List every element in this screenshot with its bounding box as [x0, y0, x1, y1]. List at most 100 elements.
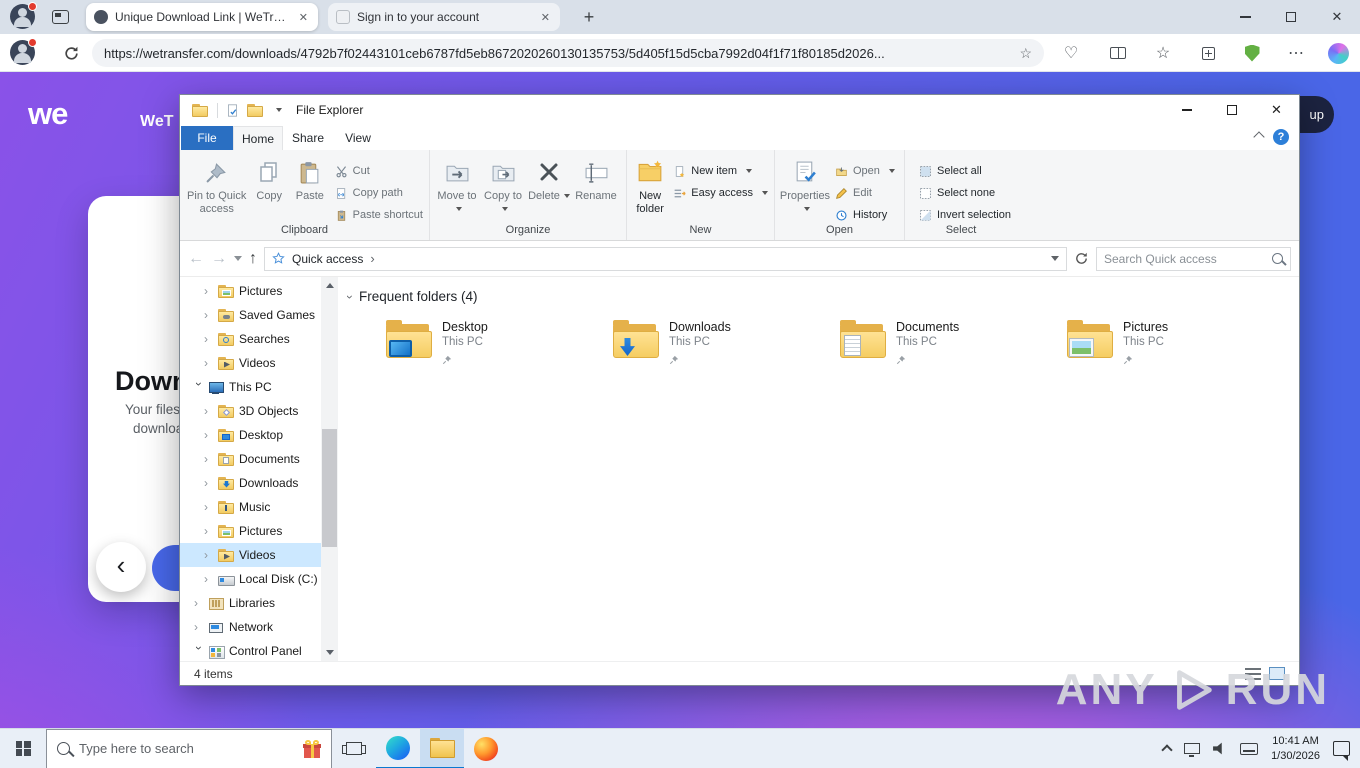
task-view-button[interactable]	[332, 729, 376, 768]
menu-tab-share[interactable]: Share	[283, 126, 333, 150]
tree-item[interactable]: › Pictures	[180, 519, 321, 543]
delete-button[interactable]: Delete	[526, 154, 572, 203]
extensions-icon[interactable]	[1194, 40, 1222, 66]
select-all-button[interactable]: Select all	[915, 160, 1015, 182]
back-nav-icon[interactable]: ←	[188, 250, 204, 267]
frequent-folder-tile[interactable]: Desktop This PC	[386, 320, 600, 370]
window-close-button[interactable]: ✕	[1314, 0, 1360, 34]
tree-expand-chevron-icon[interactable]: ›	[204, 404, 214, 418]
explorer-minimize-button[interactable]	[1164, 95, 1209, 125]
properties-button[interactable]: Properties	[779, 154, 831, 216]
start-button[interactable]	[0, 729, 46, 768]
tree-expand-chevron-icon[interactable]: ›	[194, 596, 204, 610]
tree-item[interactable]: › Downloads	[180, 471, 321, 495]
tree-item[interactable]: › Pictures	[180, 279, 321, 303]
new-tab-button[interactable]: +	[578, 6, 600, 28]
scrollbar-up-icon[interactable]	[321, 277, 338, 294]
tab-actions-icon[interactable]	[52, 10, 69, 24]
invert-selection-button[interactable]: Invert selection	[915, 204, 1015, 226]
frequent-folder-tile[interactable]: Downloads This PC	[613, 320, 827, 370]
taskbar-edge-button[interactable]	[376, 729, 420, 768]
tree-item[interactable]: › Music	[180, 495, 321, 519]
frequent-folders-header[interactable]: › Frequent folders (4)	[343, 289, 1299, 304]
paste-shortcut-button[interactable]: Paste shortcut	[331, 204, 427, 226]
refresh-button[interactable]	[60, 42, 82, 64]
taskbar-firefox-button[interactable]	[464, 729, 508, 768]
menu-tab-home[interactable]: Home	[233, 126, 283, 150]
tree-expand-chevron-icon[interactable]: ›	[192, 382, 206, 392]
frequent-folder-tile[interactable]: Documents This PC	[840, 320, 1054, 370]
tree-item[interactable]: › Local Disk (C:)	[180, 567, 321, 591]
search-highlight-gift-icon[interactable]	[303, 739, 321, 758]
section-collapse-chevron-icon[interactable]: ›	[343, 295, 357, 299]
tree-item[interactable]: › This PC	[180, 375, 321, 399]
minimize-ribbon-icon[interactable]	[1253, 131, 1265, 143]
tree-item[interactable]: › Control Panel	[180, 639, 321, 661]
taskbar-search-box[interactable]	[46, 728, 332, 768]
window-maximize-button[interactable]	[1268, 0, 1314, 34]
select-none-button[interactable]: Select none	[915, 182, 1015, 204]
favorite-star-icon[interactable]: ☆	[1019, 45, 1032, 62]
tree-expand-chevron-icon[interactable]: ›	[204, 428, 214, 442]
up-nav-icon[interactable]: ↑	[249, 250, 257, 267]
properties-quick-icon[interactable]	[226, 103, 239, 117]
tree-expand-chevron-icon[interactable]: ›	[204, 500, 214, 514]
help-icon[interactable]: ?	[1273, 129, 1289, 145]
tree-expand-chevron-icon[interactable]: ›	[204, 284, 214, 298]
back-button[interactable]: ‹	[96, 542, 146, 592]
tree-expand-chevron-icon[interactable]: ›	[204, 524, 214, 538]
tree-expand-chevron-icon[interactable]: ›	[204, 548, 214, 562]
address-dropdown-caret-icon[interactable]	[1051, 256, 1059, 261]
network-icon[interactable]	[1184, 743, 1201, 757]
profile-avatar-icon[interactable]	[10, 38, 37, 65]
new-item-button[interactable]: New item	[669, 160, 772, 182]
taskbar-file-explorer-button[interactable]	[420, 728, 464, 768]
tree-item[interactable]: › Videos	[180, 543, 321, 567]
copy-button[interactable]: Copy	[249, 154, 289, 203]
tree-item[interactable]: › Libraries	[180, 591, 321, 615]
explorer-close-button[interactable]: ✕	[1254, 95, 1299, 125]
tree-expand-chevron-icon[interactable]: ›	[192, 646, 206, 656]
browser-tab[interactable]: Sign in to your account ✕	[328, 3, 560, 31]
menu-tab-file[interactable]: File	[181, 126, 233, 150]
new-folder-quick-icon[interactable]	[247, 103, 264, 117]
easy-access-button[interactable]: Easy access	[669, 182, 772, 204]
cut-button[interactable]: Cut	[331, 160, 427, 182]
copy-to-button[interactable]: Copy to	[480, 154, 526, 216]
copy-path-button[interactable]: Copy path	[331, 182, 427, 204]
copilot-icon[interactable]	[1324, 40, 1352, 66]
breadcrumb[interactable]: Quick access ›	[264, 246, 1067, 271]
tree-expand-chevron-icon[interactable]: ›	[204, 356, 214, 370]
volume-icon[interactable]	[1213, 742, 1222, 755]
browser-tab[interactable]: Unique Download Link | WeTransf ✕	[86, 3, 318, 31]
tree-item[interactable]: › Searches	[180, 327, 321, 351]
address-bar[interactable]: https://wetransfer.com/downloads/4792b7f…	[92, 39, 1044, 67]
profile-avatar-icon[interactable]	[10, 2, 37, 29]
tree-expand-chevron-icon[interactable]: ›	[204, 572, 214, 586]
touch-keyboard-icon[interactable]	[1240, 742, 1259, 755]
refresh-address-icon[interactable]	[1074, 251, 1089, 266]
window-minimize-button[interactable]	[1222, 0, 1268, 34]
taskbar-search-input[interactable]	[79, 741, 294, 756]
tree-expand-chevron-icon[interactable]: ›	[204, 332, 214, 346]
tree-item[interactable]: › Documents	[180, 447, 321, 471]
menu-tab-view[interactable]: View	[333, 126, 383, 150]
tab-close-icon[interactable]: ✕	[297, 11, 310, 24]
customize-toolbar-caret-icon[interactable]	[276, 108, 282, 112]
more-menu-icon[interactable]: ⋯	[1282, 40, 1310, 66]
frequent-folder-tile[interactable]: Pictures This PC	[1067, 320, 1281, 370]
hidden-icons-chevron-icon[interactable]	[1161, 744, 1173, 756]
history-button[interactable]: History	[831, 204, 899, 226]
tree-scrollbar[interactable]	[321, 277, 338, 661]
new-folder-button[interactable]: New folder	[631, 154, 669, 216]
tree-expand-chevron-icon[interactable]: ›	[204, 452, 214, 466]
action-center-icon[interactable]	[1333, 741, 1350, 761]
explorer-titlebar[interactable]: File Explorer ✕	[180, 95, 1299, 125]
paste-button[interactable]: Paste	[289, 154, 331, 203]
tree-item[interactable]: › 3D Objects	[180, 399, 321, 423]
tree-item[interactable]: › Desktop	[180, 423, 321, 447]
tree-item[interactable]: › Videos	[180, 351, 321, 375]
scrollbar-down-icon[interactable]	[321, 644, 338, 661]
explorer-search-input[interactable]	[1104, 251, 1272, 266]
scrollbar-thumb[interactable]	[322, 429, 337, 547]
